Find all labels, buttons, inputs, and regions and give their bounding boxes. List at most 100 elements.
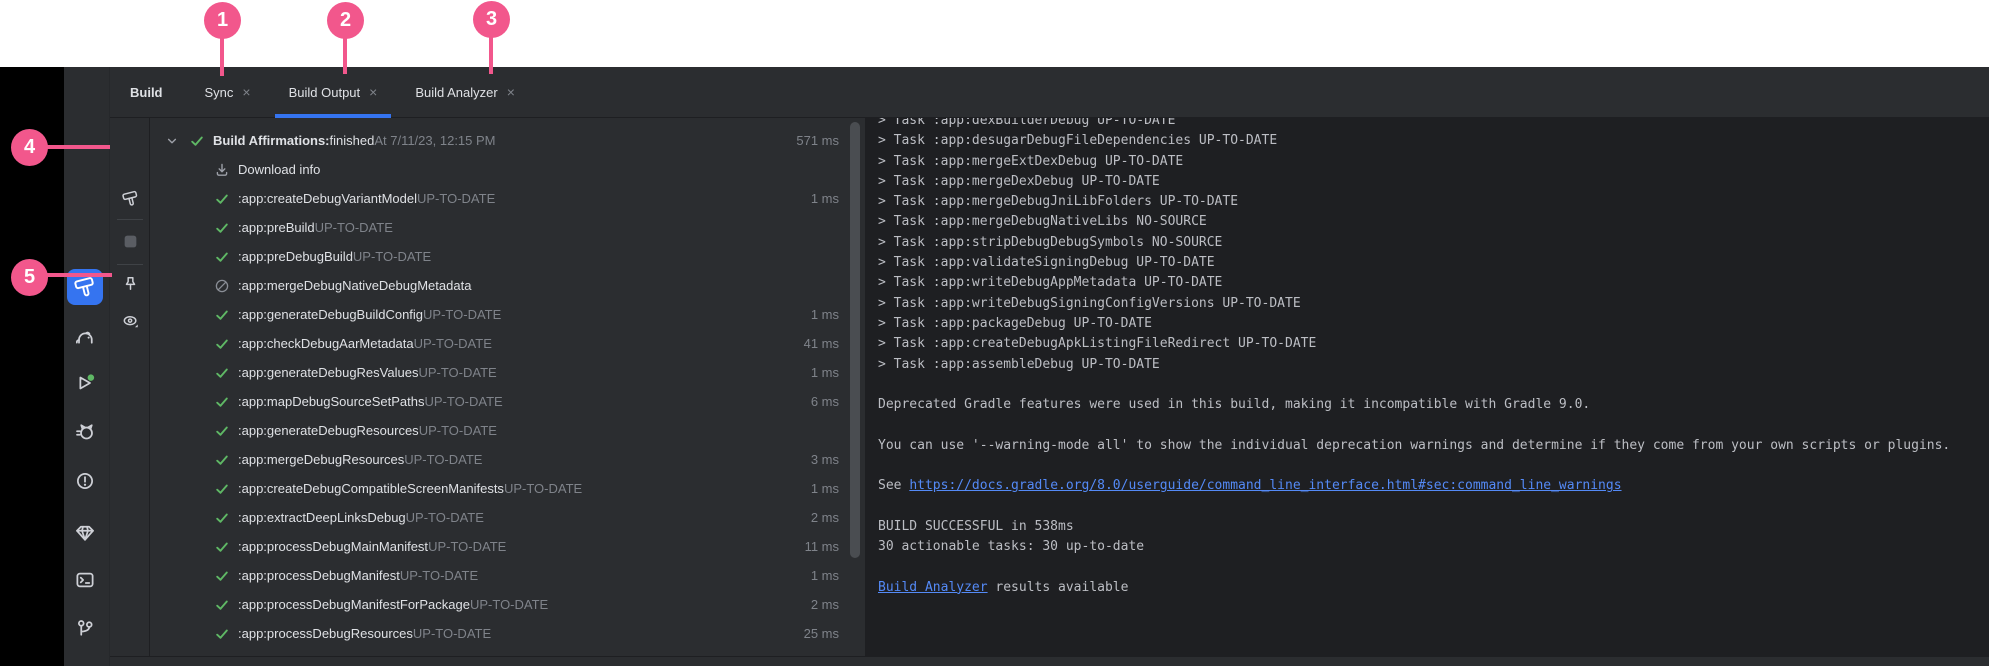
console-line: > Task :app:desugarDebugFileDependencies… bbox=[878, 131, 1989, 151]
stripe-button-version-control[interactable] bbox=[71, 614, 99, 642]
console-text: See bbox=[878, 478, 909, 493]
check-icon bbox=[189, 133, 205, 149]
console-line: > Task :app:mergeDebugJniLibFolders UP-T… bbox=[878, 192, 1989, 212]
tree-row[interactable]: :app:mapDebugSourceSetPaths UP-TO-DATE6 … bbox=[151, 387, 865, 416]
tree-row[interactable]: :app:processDebugMainManifest UP-TO-DATE… bbox=[151, 532, 865, 561]
console-link[interactable]: https://docs.gradle.org/8.0/userguide/co… bbox=[909, 478, 1621, 493]
restart-build-button[interactable] bbox=[118, 186, 142, 210]
tree-row[interactable]: :app:processDebugManifest UP-TO-DATE1 ms bbox=[151, 561, 865, 590]
build-tool-window-header: Build Sync×Build Output×Build Analyzer× bbox=[110, 67, 1989, 118]
tree-row-text: :app:processDebugManifestForPackage bbox=[238, 597, 470, 612]
tree-row[interactable]: :app:mergeDebugNativeDebugMetadata bbox=[151, 271, 865, 300]
tree-row-text: UP-TO-DATE bbox=[424, 394, 502, 409]
task-duration: 571 ms bbox=[796, 133, 839, 148]
tree-scrollbar[interactable] bbox=[850, 122, 860, 558]
console-text: > Task :app:createDebugApkListingFileRed… bbox=[878, 336, 1316, 351]
tree-row-text: :app:mergeDebugResources bbox=[238, 452, 404, 467]
gradle-elephant-icon bbox=[75, 327, 95, 347]
tree-row[interactable]: :app:createDebugCompatibleScreenManifest… bbox=[151, 474, 865, 503]
tab-bar: Sync×Build Output×Build Analyzer× bbox=[191, 67, 539, 118]
tree-row-text: :app:extractDeepLinksDebug bbox=[238, 510, 406, 525]
toolbar-separator bbox=[117, 219, 143, 220]
console-line: > Task :app:packageDebug UP-TO-DATE bbox=[878, 314, 1989, 334]
tree-row[interactable]: :app:preBuild UP-TO-DATE bbox=[151, 213, 865, 242]
stripe-button-logcat[interactable] bbox=[71, 418, 99, 446]
tab-build-analyzer[interactable]: Build Analyzer × bbox=[401, 67, 529, 118]
close-icon[interactable]: × bbox=[507, 85, 515, 99]
stripe-button-run[interactable] bbox=[71, 369, 99, 397]
tree-row[interactable]: Build Affirmations: finished At 7/11/23,… bbox=[151, 126, 865, 155]
console-text: > Task :app:packageDebug UP-TO-DATE bbox=[878, 316, 1152, 331]
tree-row[interactable]: :app:generateDebugResources UP-TO-DATE bbox=[151, 416, 865, 445]
console-text: > Task :app:writeDebugAppMetadata UP-TO-… bbox=[878, 275, 1222, 290]
console-text: results available bbox=[988, 580, 1129, 595]
check-icon bbox=[214, 452, 230, 468]
tree-row-text: :app:processDebugResources bbox=[238, 626, 413, 641]
task-duration: 2 ms bbox=[811, 597, 839, 612]
tree-row[interactable]: :app:preDebugBuild UP-TO-DATE bbox=[151, 242, 865, 271]
tree-row[interactable]: :app:checkDebugAarMetadata UP-TO-DATE41 … bbox=[151, 329, 865, 358]
tree-row[interactable]: :app:processDebugManifestForPackage UP-T… bbox=[151, 590, 865, 619]
android-studio-build-tool-window: Build Sync×Build Output×Build Analyzer× … bbox=[64, 67, 1989, 666]
stop-icon bbox=[122, 233, 139, 250]
console-link[interactable]: Build Analyzer bbox=[878, 580, 988, 595]
console-text: > Task :app:writeDebugSigningConfigVersi… bbox=[878, 296, 1301, 311]
console-line: 30 actionable tasks: 30 up-to-date bbox=[878, 537, 1989, 557]
tab-label: Sync bbox=[205, 85, 234, 100]
console-line: > Task :app:assembleDebug UP-TO-DATE bbox=[878, 355, 1989, 375]
chevron-down-icon[interactable] bbox=[164, 133, 180, 149]
stripe-button-terminal[interactable] bbox=[71, 566, 99, 594]
task-duration: 1 ms bbox=[811, 307, 839, 322]
callout-stem bbox=[44, 273, 112, 277]
console-text: > Task :app:stripDebugDebugSymbols NO-SO… bbox=[878, 235, 1222, 250]
check-icon bbox=[214, 481, 230, 497]
tree-row-text: Download info bbox=[238, 162, 320, 177]
tool-window-title: Build bbox=[130, 85, 163, 100]
tree-row-text: UP-TO-DATE bbox=[353, 249, 431, 264]
console-text: > Task :app:desugarDebugFileDependencies… bbox=[878, 133, 1277, 148]
check-icon bbox=[214, 220, 230, 236]
close-icon[interactable]: × bbox=[242, 85, 250, 99]
pin-icon bbox=[122, 275, 139, 292]
stop-button[interactable] bbox=[118, 229, 142, 253]
no-source-icon bbox=[214, 278, 230, 294]
task-duration: 11 ms bbox=[805, 539, 839, 554]
check-icon bbox=[214, 191, 230, 207]
tab-sync[interactable]: Sync × bbox=[191, 67, 265, 118]
console-line: > Task :app:mergeDexDebug UP-TO-DATE bbox=[878, 172, 1989, 192]
tree-row[interactable]: :app:createDebugVariantModel UP-TO-DATE1… bbox=[151, 184, 865, 213]
stripe-button-gradle[interactable] bbox=[71, 323, 99, 351]
pin-button[interactable] bbox=[118, 271, 142, 295]
tree-row-text: UP-TO-DATE bbox=[417, 191, 495, 206]
toolbar-separator bbox=[117, 264, 143, 265]
tree-row[interactable]: :app:processDebugResources UP-TO-DATE25 … bbox=[151, 619, 865, 648]
tree-row-text: :app:processDebugMainManifest bbox=[238, 539, 428, 554]
tree-row[interactable]: Download info bbox=[151, 155, 865, 184]
callout-badge-3: 3 bbox=[473, 1, 510, 38]
tab-build-output[interactable]: Build Output× bbox=[275, 67, 392, 118]
tab-label: Build Analyzer bbox=[415, 85, 497, 100]
stripe-button-problems[interactable] bbox=[71, 467, 99, 495]
task-duration: 1 ms bbox=[811, 191, 839, 206]
tree-row[interactable]: :app:generateDebugResValues UP-TO-DATE1 … bbox=[151, 358, 865, 387]
check-icon bbox=[214, 423, 230, 439]
check-icon bbox=[214, 568, 230, 584]
tree-row[interactable]: :app:generateDebugBuildConfig UP-TO-DATE… bbox=[151, 300, 865, 329]
check-icon bbox=[214, 539, 230, 555]
console-line bbox=[878, 456, 1989, 476]
tree-row-text: UP-TO-DATE bbox=[418, 365, 496, 380]
problems-icon bbox=[75, 471, 95, 491]
tree-row[interactable]: :app:extractDeepLinksDebug UP-TO-DATE2 m… bbox=[151, 503, 865, 532]
tree-row-text: UP-TO-DATE bbox=[413, 626, 491, 641]
tree-row-text: UP-TO-DATE bbox=[404, 452, 482, 467]
filters-button[interactable] bbox=[118, 309, 142, 333]
task-duration: 41 ms bbox=[804, 336, 839, 351]
tree-row-text: UP-TO-DATE bbox=[419, 423, 497, 438]
tree-row[interactable]: :app:mergeDebugResources UP-TO-DATE3 ms bbox=[151, 445, 865, 474]
callout-badge-2: 2 bbox=[327, 2, 364, 39]
tree-row-text: At 7/11/23, 12:15 PM bbox=[374, 133, 495, 148]
console-line bbox=[878, 558, 1989, 578]
close-icon[interactable]: × bbox=[369, 85, 377, 99]
console-text: You can use '--warning-mode all' to show… bbox=[878, 438, 1950, 453]
stripe-button-app-inspection[interactable] bbox=[71, 519, 99, 547]
